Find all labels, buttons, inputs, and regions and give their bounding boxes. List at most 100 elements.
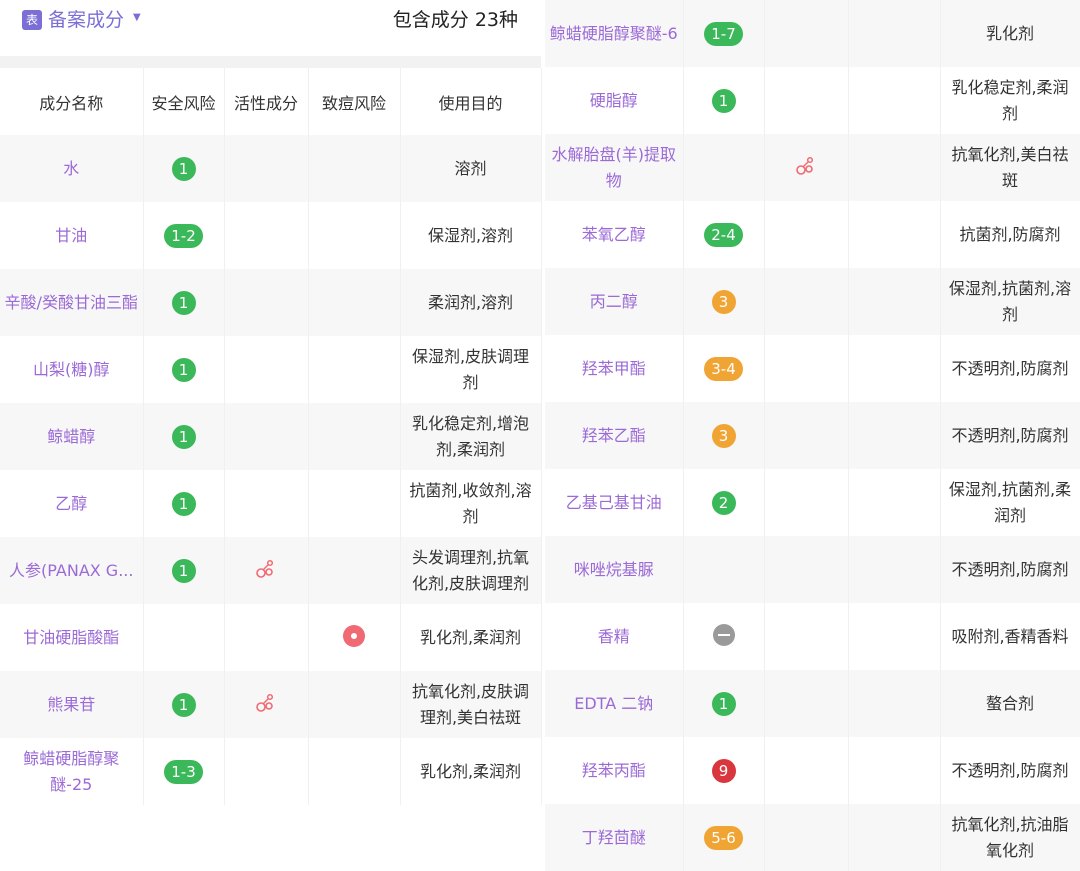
risk-badge: 1-7: [704, 21, 743, 46]
table-row[interactable]: 人参(PANAX G... 1 头发调理剂,抗氧化剂,皮肤调理剂: [0, 537, 542, 604]
ingredient-name[interactable]: 水解胎盘(羊)提取物: [545, 134, 684, 201]
table-row[interactable]: 羟苯乙酯 3 不透明剂,防腐剂: [545, 402, 1080, 469]
table-row[interactable]: 鲸蜡硬脂醇聚醚-25 1-3 乳化剂,柔润剂: [0, 738, 542, 805]
usage-purpose: 不透明剂,防腐剂: [940, 335, 1080, 402]
usage-purpose: 溶剂: [400, 135, 542, 202]
table-row[interactable]: 羟苯甲酯 3-4 不透明剂,防腐剂: [545, 335, 1080, 402]
ingredient-name[interactable]: 熊果苷: [0, 671, 144, 738]
ingredient-name[interactable]: 羟苯甲酯: [545, 335, 684, 402]
risk-badge: 1-2: [164, 223, 203, 248]
ingredient-name[interactable]: 鲸蜡醇: [0, 403, 144, 470]
usage-purpose: 抗氧化剂,皮肤调理剂,美白祛斑: [400, 671, 542, 738]
risk-badge: 1: [171, 424, 196, 449]
ingredient-name[interactable]: 鲸蜡硬脂醇聚醚-25: [0, 738, 144, 805]
chevron-down-icon[interactable]: ▼: [133, 12, 141, 23]
usage-purpose: 抗氧化剂,抗油脂氧化剂: [940, 804, 1080, 871]
active-ingredient-cell: [764, 67, 849, 134]
active-ingredient-cell: [224, 537, 309, 604]
ingredient-name[interactable]: 丙二醇: [545, 268, 684, 335]
risk-badge: 1: [171, 491, 196, 516]
acne-risk-cell: [848, 335, 941, 402]
risk-badge: 2: [711, 490, 736, 515]
table-row[interactable]: 鲸蜡醇 1 乳化稳定剂,增泡剂,柔润剂: [0, 403, 542, 470]
acne-risk-cell: [848, 804, 941, 871]
safety-risk-cell: 1-3: [143, 738, 225, 805]
ingredient-name[interactable]: 硬脂醇: [545, 67, 684, 134]
ingredient-name[interactable]: 山梨(糖)醇: [0, 336, 144, 403]
table-row[interactable]: 甘油硬脂酸酯 乳化剂,柔润剂: [0, 604, 542, 671]
usage-purpose: 抗菌剂,防腐剂: [940, 201, 1080, 268]
active-ingredient-cell: [764, 268, 849, 335]
ingredient-name[interactable]: EDTA 二钠: [545, 670, 684, 737]
safety-risk-cell: [683, 603, 765, 670]
acne-risk-cell: [848, 603, 941, 670]
table-row[interactable]: 鲸蜡硬脂醇聚醚-6 1-7 乳化剂: [545, 0, 1080, 67]
ingredient-name[interactable]: 人参(PANAX G...: [0, 537, 144, 604]
risk-badge: 3: [711, 289, 736, 314]
table-row[interactable]: 山梨(糖)醇 1 保湿剂,皮肤调理剂: [0, 336, 542, 403]
table-row[interactable]: 香精 吸附剂,香精香料: [545, 603, 1080, 670]
ingredient-name[interactable]: 乙醇: [0, 470, 144, 537]
ingredient-name[interactable]: 乙基己基甘油: [545, 469, 684, 536]
left-panel: 表 备案成分 ▼ 包含成分 23种 成分名称 安全风险 活性成分 致痘风险 使用…: [0, 0, 542, 871]
column-header-active: 活性成分: [224, 68, 309, 135]
usage-purpose: 乳化稳定剂,柔润剂: [940, 67, 1080, 134]
table-row[interactable]: 辛酸/癸酸甘油三酯 1 柔润剂,溶剂: [0, 269, 542, 336]
active-ingredient-cell: [224, 135, 309, 202]
safety-risk-cell: 1-2: [143, 202, 225, 269]
table-row[interactable]: 甘油 1-2 保湿剂,溶剂: [0, 202, 542, 269]
column-header-name: 成分名称: [0, 68, 144, 135]
table-row[interactable]: 水解胎盘(羊)提取物 抗氧化剂,美白祛斑: [545, 134, 1080, 201]
active-ingredient-icon: [255, 559, 277, 584]
table-row[interactable]: 咪唑烷基脲 不透明剂,防腐剂: [545, 536, 1080, 603]
safety-risk-cell: 1: [143, 336, 225, 403]
table-row[interactable]: 丙二醇 3 保湿剂,抗菌剂,溶剂: [545, 268, 1080, 335]
section-header: 表 备案成分 ▼ 包含成分 23种: [0, 0, 541, 56]
ingredient-name[interactable]: 水: [0, 135, 144, 202]
section-title[interactable]: 备案成分: [48, 6, 124, 34]
safety-risk-cell: 3-4: [683, 335, 765, 402]
usage-purpose: 保湿剂,溶剂: [400, 202, 542, 269]
table-row[interactable]: 水 1 溶剂: [0, 135, 542, 202]
ingredient-name[interactable]: 羟苯丙酯: [545, 737, 684, 804]
active-ingredient-cell: [764, 134, 849, 201]
usage-purpose: 保湿剂,抗菌剂,柔润剂: [940, 469, 1080, 536]
ingredient-name[interactable]: 鲸蜡硬脂醇聚醚-6: [545, 0, 684, 67]
safety-risk-cell: 1: [143, 671, 225, 738]
table-row[interactable]: 硬脂醇 1 乳化稳定剂,柔润剂: [545, 67, 1080, 134]
table-row[interactable]: EDTA 二钠 1 螯合剂: [545, 670, 1080, 737]
ingredient-name[interactable]: 辛酸/癸酸甘油三酯: [0, 269, 144, 336]
risk-badge: 2-4: [704, 222, 743, 247]
table-row[interactable]: 乙基己基甘油 2 保湿剂,抗菌剂,柔润剂: [545, 469, 1080, 536]
ingredient-name[interactable]: 咪唑烷基脲: [545, 536, 684, 603]
active-ingredient-cell: [224, 738, 309, 805]
ingredient-name[interactable]: 苯氧乙醇: [545, 201, 684, 268]
usage-purpose: 不透明剂,防腐剂: [940, 737, 1080, 804]
acne-risk-cell: [848, 67, 941, 134]
active-ingredient-cell: [764, 0, 849, 67]
ingredient-name[interactable]: 甘油硬脂酸酯: [0, 604, 144, 671]
acne-risk-cell: [848, 134, 941, 201]
table-row[interactable]: 羟苯丙酯 9 不透明剂,防腐剂: [545, 737, 1080, 804]
active-ingredient-cell: [764, 737, 849, 804]
usage-purpose: 抗菌剂,收敛剂,溶剂: [400, 470, 542, 537]
ingredient-name[interactable]: 羟苯乙酯: [545, 402, 684, 469]
acne-risk-cell: [308, 336, 401, 403]
table-row[interactable]: 乙醇 1 抗菌剂,收敛剂,溶剂: [0, 470, 542, 537]
acne-risk-cell: [848, 402, 941, 469]
safety-risk-cell: 9: [683, 737, 765, 804]
ingredient-name[interactable]: 香精: [545, 603, 684, 670]
active-ingredient-cell: [764, 469, 849, 536]
ingredient-name[interactable]: 甘油: [0, 202, 144, 269]
risk-badge: 1: [711, 88, 736, 113]
table-row[interactable]: 丁羟茴醚 5-6 抗氧化剂,抗油脂氧化剂: [545, 804, 1080, 871]
safety-risk-cell: 1: [143, 470, 225, 537]
ingredient-count: 包含成分 23种: [392, 9, 518, 31]
safety-risk-cell: 1-7: [683, 0, 765, 67]
risk-badge: 3-4: [704, 356, 743, 381]
risk-badge: 1: [711, 691, 736, 716]
table-row[interactable]: 熊果苷 1 抗氧化剂,皮肤调理剂,美白祛斑: [0, 671, 542, 738]
table-row[interactable]: 苯氧乙醇 2-4 抗菌剂,防腐剂: [545, 201, 1080, 268]
active-ingredient-cell: [224, 671, 309, 738]
ingredient-name[interactable]: 丁羟茴醚: [545, 804, 684, 871]
